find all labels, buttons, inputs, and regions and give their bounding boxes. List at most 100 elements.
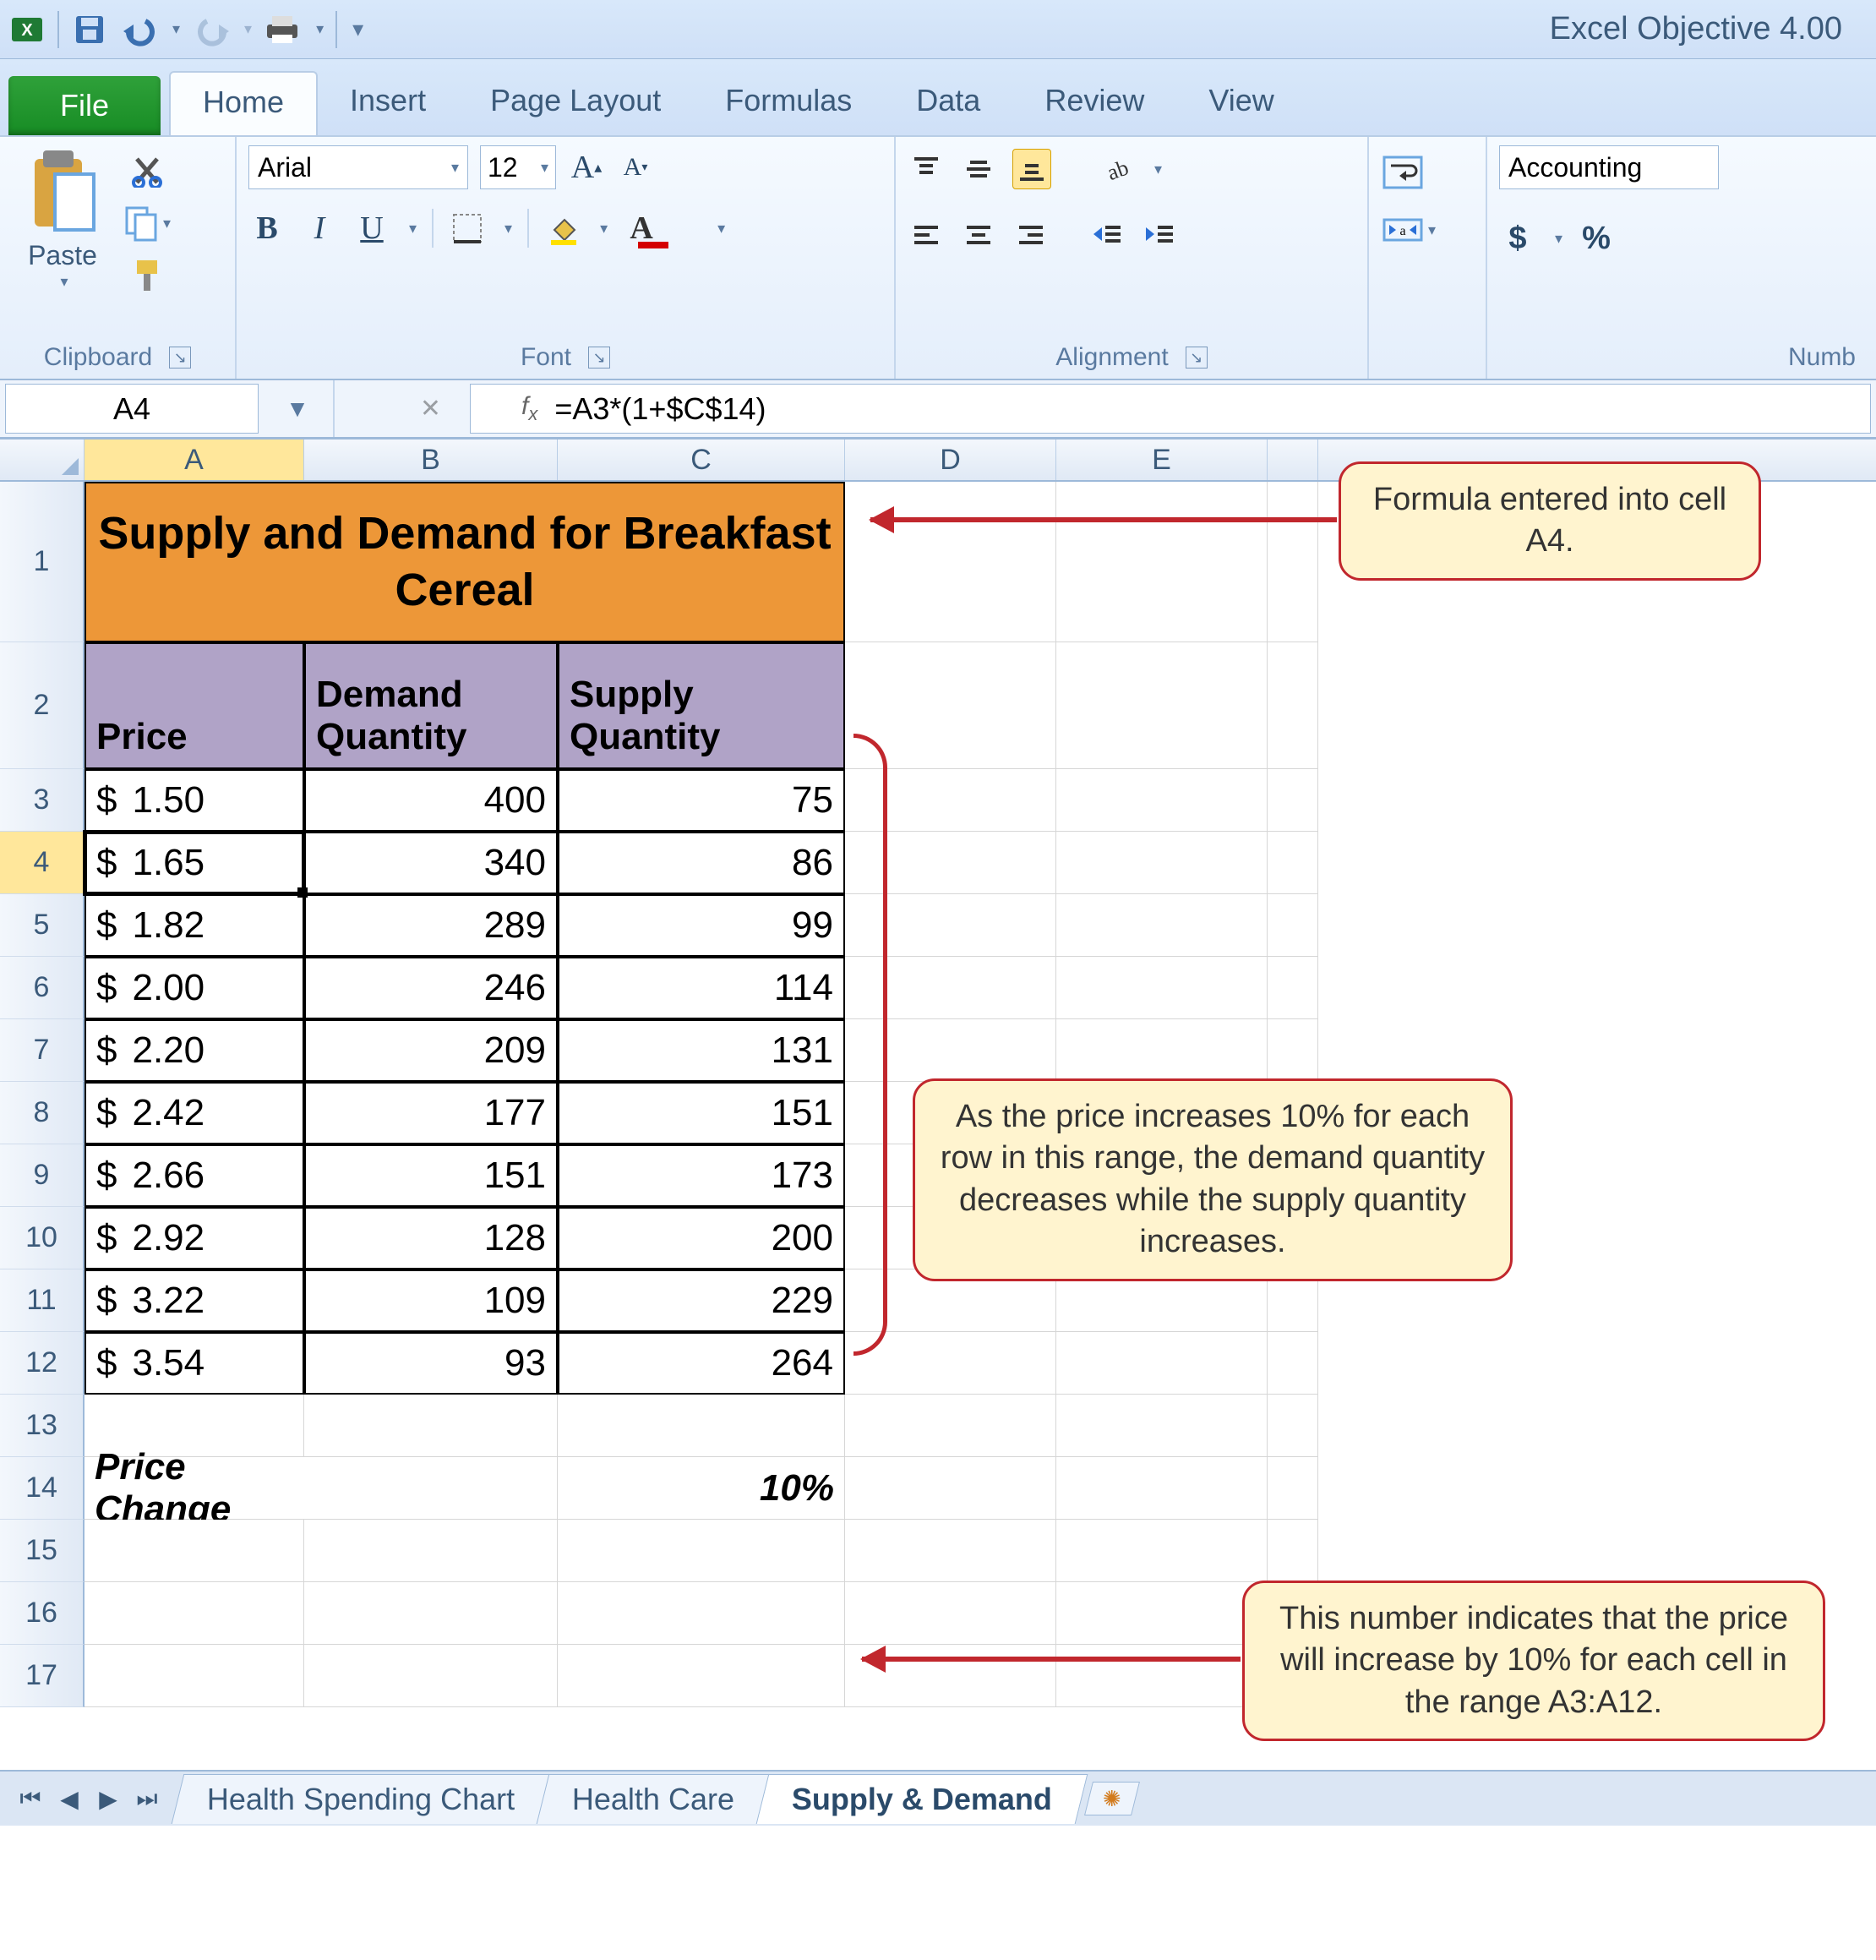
align-left-icon[interactable] <box>908 215 945 255</box>
alignment-dialog-launcher-icon[interactable]: ↘ <box>1186 347 1208 369</box>
orientation-dropdown-icon[interactable]: ▾ <box>1154 161 1162 178</box>
cell-C6[interactable]: 114 <box>558 957 845 1019</box>
merge-dropdown-icon[interactable]: ▾ <box>1428 221 1436 239</box>
cell-C3[interactable]: 75 <box>558 769 845 832</box>
cell-A10[interactable]: $2.92 <box>85 1207 304 1269</box>
cell-B5[interactable]: 289 <box>304 894 558 957</box>
tab-data[interactable]: Data <box>884 71 1012 135</box>
formula-text[interactable]: =A3*(1+$C$14) <box>554 391 766 427</box>
row-header-7[interactable]: 7 <box>0 1019 85 1082</box>
underline-button[interactable]: U <box>353 208 390 248</box>
cell-C9[interactable]: 173 <box>558 1144 845 1207</box>
col-header-F[interactable] <box>1268 439 1318 480</box>
print-icon[interactable] <box>264 11 301 48</box>
cut-icon[interactable] <box>123 149 171 193</box>
cell[interactable] <box>85 1582 304 1645</box>
qat-customize-icon[interactable]: ▾ <box>352 16 363 42</box>
bold-button[interactable]: B <box>248 208 286 248</box>
col-header-C[interactable]: C <box>558 439 845 480</box>
col-header-E[interactable]: E <box>1056 439 1268 480</box>
sheet-tab-supply-demand[interactable]: Supply & Demand <box>756 1774 1088 1824</box>
cell[interactable] <box>558 1645 845 1707</box>
increase-indent-icon[interactable] <box>1141 215 1178 255</box>
cell-A3[interactable]: $1.50 <box>85 769 304 832</box>
cell-B10[interactable]: 128 <box>304 1207 558 1269</box>
cell[interactable] <box>304 1645 558 1707</box>
decrease-indent-icon[interactable] <box>1088 215 1126 255</box>
cell-B9[interactable]: 151 <box>304 1144 558 1207</box>
price-change-label[interactable]: Price Change <box>85 1457 304 1520</box>
tab-review[interactable]: Review <box>1012 71 1176 135</box>
row-header-15[interactable]: 15 <box>0 1520 85 1582</box>
redo-icon[interactable] <box>192 11 229 48</box>
sheet-tab-health-spending-chart[interactable]: Health Spending Chart <box>172 1774 551 1824</box>
copy-dropdown-icon[interactable]: ▾ <box>163 215 171 232</box>
col-header-D[interactable]: D <box>845 439 1056 480</box>
accounting-dropdown-icon[interactable]: ▾ <box>1555 230 1562 248</box>
accounting-format-icon[interactable]: $ <box>1499 218 1536 259</box>
cell-C4[interactable]: 86 <box>558 832 845 894</box>
font-name-selector[interactable]: Arial▾ <box>248 145 468 189</box>
cell[interactable] <box>558 1395 845 1457</box>
paste-dropdown-icon[interactable]: ▾ <box>60 273 68 291</box>
cell[interactable] <box>85 1645 304 1707</box>
name-box-dropdown[interactable]: ▼ <box>259 380 335 437</box>
borders-dropdown-icon[interactable]: ▾ <box>504 220 512 237</box>
cancel-formula-icon[interactable]: ✕ <box>420 394 441 423</box>
row-header-11[interactable]: 11 <box>0 1269 85 1332</box>
cell[interactable] <box>85 1520 304 1582</box>
undo-icon[interactable] <box>120 11 157 48</box>
sheet-nav-prev-icon[interactable]: ◀ <box>52 1782 86 1815</box>
fill-color-dropdown-icon[interactable]: ▾ <box>600 220 608 237</box>
cell-B12[interactable]: 93 <box>304 1332 558 1395</box>
sheet-title[interactable]: Supply and Demand for Breakfast Cereal <box>85 482 845 642</box>
row-header-5[interactable]: 5 <box>0 894 85 957</box>
cell[interactable] <box>304 1582 558 1645</box>
save-icon[interactable] <box>71 11 108 48</box>
cell-C7[interactable]: 131 <box>558 1019 845 1082</box>
font-color-dropdown-icon[interactable]: ▾ <box>717 220 725 237</box>
row-header-1[interactable]: 1 <box>0 482 85 642</box>
italic-button[interactable]: I <box>301 208 338 248</box>
align-right-icon[interactable] <box>1012 215 1050 255</box>
cell-B11[interactable]: 109 <box>304 1269 558 1332</box>
align-bottom-icon[interactable] <box>1012 149 1051 189</box>
cell-A4[interactable]: $1.65 <box>85 832 304 894</box>
price-change-value[interactable]: 10% <box>558 1457 845 1520</box>
clipboard-dialog-launcher-icon[interactable]: ↘ <box>169 347 191 369</box>
cell[interactable] <box>304 1520 558 1582</box>
undo-dropdown-icon[interactable]: ▾ <box>172 20 180 38</box>
cell-B8[interactable]: 177 <box>304 1082 558 1144</box>
row-header-16[interactable]: 16 <box>0 1582 85 1645</box>
paste-button[interactable]: Paste ▾ <box>12 145 113 291</box>
number-format-selector[interactable]: Accounting <box>1499 145 1719 189</box>
cell-C5[interactable]: 99 <box>558 894 845 957</box>
align-center-icon[interactable] <box>960 215 997 255</box>
merge-center-icon[interactable]: a▾ <box>1381 210 1436 250</box>
font-dialog-launcher-icon[interactable]: ↘ <box>588 347 610 369</box>
row-header-13[interactable]: 13 <box>0 1395 85 1457</box>
tab-file[interactable]: File <box>8 76 161 135</box>
row-header-9[interactable]: 9 <box>0 1144 85 1207</box>
header-demand[interactable]: Demand Quantity <box>304 642 558 769</box>
row-header-2[interactable]: 2 <box>0 642 85 769</box>
cell-A11[interactable]: $3.22 <box>85 1269 304 1332</box>
sheet-nav-next-icon[interactable]: ▶ <box>91 1782 125 1815</box>
row-header-14[interactable]: 14 <box>0 1457 85 1520</box>
cell-C12[interactable]: 264 <box>558 1332 845 1395</box>
cell-B4[interactable]: 340 <box>304 832 558 894</box>
tab-view[interactable]: View <box>1176 71 1306 135</box>
redo-dropdown-icon[interactable]: ▾ <box>244 20 252 38</box>
format-painter-icon[interactable] <box>123 254 171 298</box>
percent-format-icon[interactable]: % <box>1578 218 1615 259</box>
new-sheet-icon[interactable]: ✺ <box>1084 1782 1140 1815</box>
cell[interactable] <box>304 1395 558 1457</box>
cell-A6[interactable]: $2.00 <box>85 957 304 1019</box>
row-header-6[interactable]: 6 <box>0 957 85 1019</box>
row-header-17[interactable]: 17 <box>0 1645 85 1707</box>
cell-C11[interactable]: 229 <box>558 1269 845 1332</box>
underline-dropdown-icon[interactable]: ▾ <box>409 220 417 237</box>
cell[interactable] <box>558 1582 845 1645</box>
shrink-font-icon[interactable]: A▾ <box>617 147 654 188</box>
header-supply[interactable]: Supply Quantity <box>558 642 845 769</box>
